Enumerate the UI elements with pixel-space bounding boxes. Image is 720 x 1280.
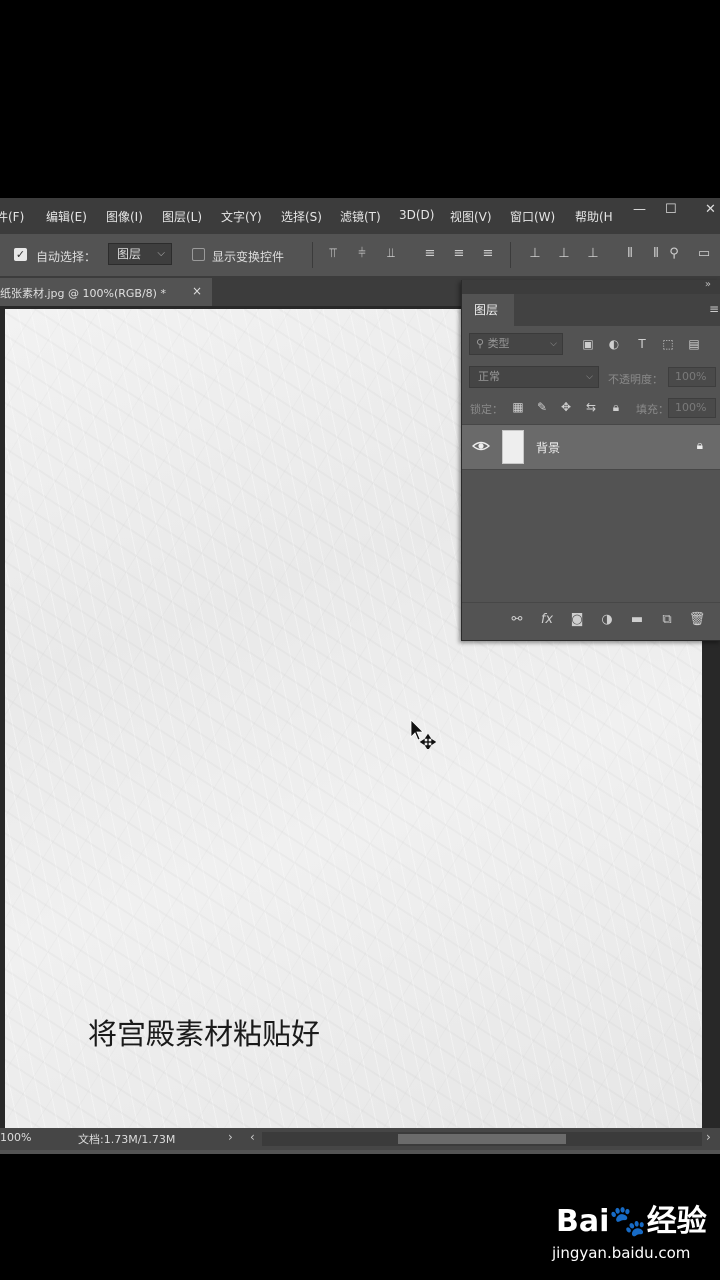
filter-type-icon[interactable]: T <box>634 337 650 351</box>
layer-row[interactable]: 背景 🔒︎ <box>462 424 720 470</box>
menu-file[interactable]: 件(F) <box>0 208 24 225</box>
chevron-down-icon: ⌵ <box>157 248 165 259</box>
align-left-icon[interactable]: ≡ <box>422 246 438 262</box>
blend-mode-value: 正常 <box>478 370 500 383</box>
blend-mode-dropdown[interactable]: 正常 ⌵ <box>469 366 599 388</box>
menu-filter[interactable]: 滤镜(T) <box>340 208 381 225</box>
filter-shape-icon[interactable]: ⬚ <box>660 337 676 351</box>
distribute-top-icon[interactable]: ⊥ <box>527 246 543 262</box>
layer-style-fx-icon[interactable]: fx <box>538 612 556 627</box>
menu-layer[interactable]: 图层(L) <box>162 208 202 225</box>
menu-view[interactable]: 视图(V) <box>450 208 492 225</box>
layers-panel-footer: ⚯ fx ◙ ◑ ▬ ⧉ 🗑︎ <box>462 602 720 637</box>
opacity-label: 不透明度： <box>608 373 663 386</box>
chevron-down-icon: ⌵ <box>586 372 593 382</box>
scroll-left-icon[interactable]: ‹ <box>250 1130 255 1144</box>
show-transform-checkbox[interactable] <box>192 248 205 261</box>
align-bottom-icon[interactable]: ⫫ <box>383 246 399 262</box>
align-right-icon[interactable]: ≡ <box>480 246 496 262</box>
filter-smart-object-icon[interactable]: ▤ <box>686 337 702 351</box>
watermark-logo: Bai🐾经验 <box>556 1204 707 1239</box>
lock-all-icon[interactable]: 🔒︎ <box>608 400 624 415</box>
menu-3d[interactable]: 3D(D) <box>399 208 434 222</box>
menu-window[interactable]: 窗口(W) <box>510 208 555 225</box>
document-tab[interactable]: 纸张素材.jpg @ 100%(RGB/8) * × <box>0 278 212 306</box>
filter-adjustment-icon[interactable]: ◐ <box>606 337 622 351</box>
add-mask-icon[interactable]: ◙ <box>568 612 586 627</box>
status-bar: 100% 文档:1.73M/1.73M › ‹ › <box>0 1128 720 1150</box>
close-tab-icon[interactable]: × <box>192 284 202 298</box>
collapse-icon[interactable]: » <box>705 279 711 290</box>
zoom-level[interactable]: 100% <box>0 1131 31 1144</box>
align-vcenter-icon[interactable]: ⫩ <box>354 246 370 262</box>
document-size-info[interactable]: 文档:1.73M/1.73M <box>78 1131 175 1147</box>
menubar: 件(F) 编辑(E) 图像(I) 图层(L) 文字(Y) 选择(S) 滤镜(T)… <box>0 198 720 234</box>
menu-type[interactable]: 文字(Y) <box>221 208 262 225</box>
close-icon[interactable]: ✕ <box>705 202 716 217</box>
layers-panel: » 图层 ≡ ⚲ 类型 ⌵ ▣ ◐ T ⬚ ▤ 正常 ⌵ 不透明度： 100% <box>461 279 720 641</box>
lock-brush-icon[interactable]: ✎ <box>534 400 550 414</box>
horizontal-scrollbar[interactable]: ‹ › <box>250 1130 711 1146</box>
lock-row: 锁定： ▦ ✎ ✥ ⇆ 🔒︎ 填充： 100% <box>462 394 720 422</box>
lock-transparent-icon[interactable]: ▦ <box>510 400 526 414</box>
fill-label: 填充： <box>636 403 669 416</box>
menu-edit[interactable]: 编辑(E) <box>46 208 87 225</box>
distribute-bottom-icon[interactable]: ⊥ <box>585 246 601 262</box>
auto-select-label: 自动选择： <box>36 250 97 264</box>
auto-select-checkbox[interactable]: ✓ <box>14 248 27 261</box>
layer-name[interactable]: 背景 <box>536 439 560 456</box>
divider <box>312 242 313 268</box>
chevron-down-icon: ⌵ <box>550 339 557 349</box>
align-top-icon[interactable]: ⫪ <box>325 246 341 262</box>
scrollbar-thumb[interactable] <box>398 1134 566 1144</box>
divider <box>510 242 511 268</box>
new-group-folder-icon[interactable]: ▬ <box>628 612 646 627</box>
auto-select-dropdown[interactable]: 图层 ⌵ <box>108 243 172 265</box>
filter-pixel-icon[interactable]: ▣ <box>580 337 596 351</box>
tutorial-caption: 将宫殿素材粘贴好 <box>88 1017 321 1051</box>
fill-input[interactable]: 100% <box>668 398 716 418</box>
adjustment-layer-icon[interactable]: ◑ <box>598 612 616 627</box>
move-cursor-icon <box>410 719 436 749</box>
layer-filter-row: ⚲ 类型 ⌵ ▣ ◐ T ⬚ ▤ <box>462 330 720 360</box>
filter-kind-dropdown[interactable]: ⚲ 类型 ⌵ <box>469 333 563 355</box>
document-tab-title: 纸张素材.jpg @ 100%(RGB/8) * <box>0 287 166 300</box>
align-hcenter-icon[interactable]: ≡ <box>451 246 467 262</box>
new-layer-icon[interactable]: ⧉ <box>658 612 676 627</box>
distribute-hcenter-icon[interactable]: ⫴ <box>648 246 664 262</box>
opacity-input[interactable]: 100% <box>668 367 716 387</box>
panel-tabs: 图层 ≡ <box>462 294 720 326</box>
minimize-icon[interactable]: — <box>633 202 646 217</box>
lock-artboard-icon[interactable]: ⇆ <box>583 400 599 414</box>
show-transform-label: 显示变换控件 <box>212 250 285 264</box>
maximize-icon[interactable]: ☐ <box>665 202 677 217</box>
eye-icon[interactable] <box>472 437 490 455</box>
lock-label: 锁定： <box>470 403 503 416</box>
filter-kind-value: 类型 <box>487 337 510 350</box>
panel-header-strip: » <box>462 279 720 294</box>
layer-thumbnail <box>502 430 524 464</box>
distribute-left-icon[interactable]: ⫴ <box>622 246 638 262</box>
menu-help[interactable]: 帮助(H <box>575 208 613 225</box>
status-menu-arrow-icon[interactable]: › <box>228 1130 233 1144</box>
blend-row: 正常 ⌵ 不透明度： 100% <box>462 362 720 392</box>
baidu-jingyan-watermark: Bai🐾经验 jingyan.baidu.com <box>552 1196 720 1266</box>
scroll-right-icon[interactable]: › <box>706 1130 711 1144</box>
search-icon[interactable]: ⚲ <box>666 246 682 262</box>
distribute-vcenter-icon[interactable]: ⊥ <box>556 246 572 262</box>
link-layers-icon[interactable]: ⚯ <box>508 612 526 627</box>
lock-icon: 🔒︎ <box>696 438 703 452</box>
panel-menu-icon[interactable]: ≡ <box>709 302 719 316</box>
tab-layers[interactable]: 图层 <box>462 294 514 326</box>
options-bar: ✓ 自动选择： 图层 ⌵ 显示变换控件 ⫪ ⫩ ⫫ ≡ ≡ ≡ ⊥ ⊥ ⊥ ⫴ … <box>0 234 720 277</box>
auto-select-value: 图层 <box>117 247 142 261</box>
menu-image[interactable]: 图像(I) <box>106 208 143 225</box>
trash-icon[interactable]: 🗑︎ <box>688 612 706 627</box>
photoshop-window: 件(F) 编辑(E) 图像(I) 图层(L) 文字(Y) 选择(S) 滤镜(T)… <box>0 198 720 1154</box>
search-icon: ⚲ <box>476 337 488 350</box>
menu-select[interactable]: 选择(S) <box>281 208 322 225</box>
workspace-icon[interactable]: ▭ <box>696 246 712 262</box>
watermark-url: jingyan.baidu.com <box>552 1244 691 1262</box>
lock-position-icon[interactable]: ✥ <box>558 400 574 414</box>
